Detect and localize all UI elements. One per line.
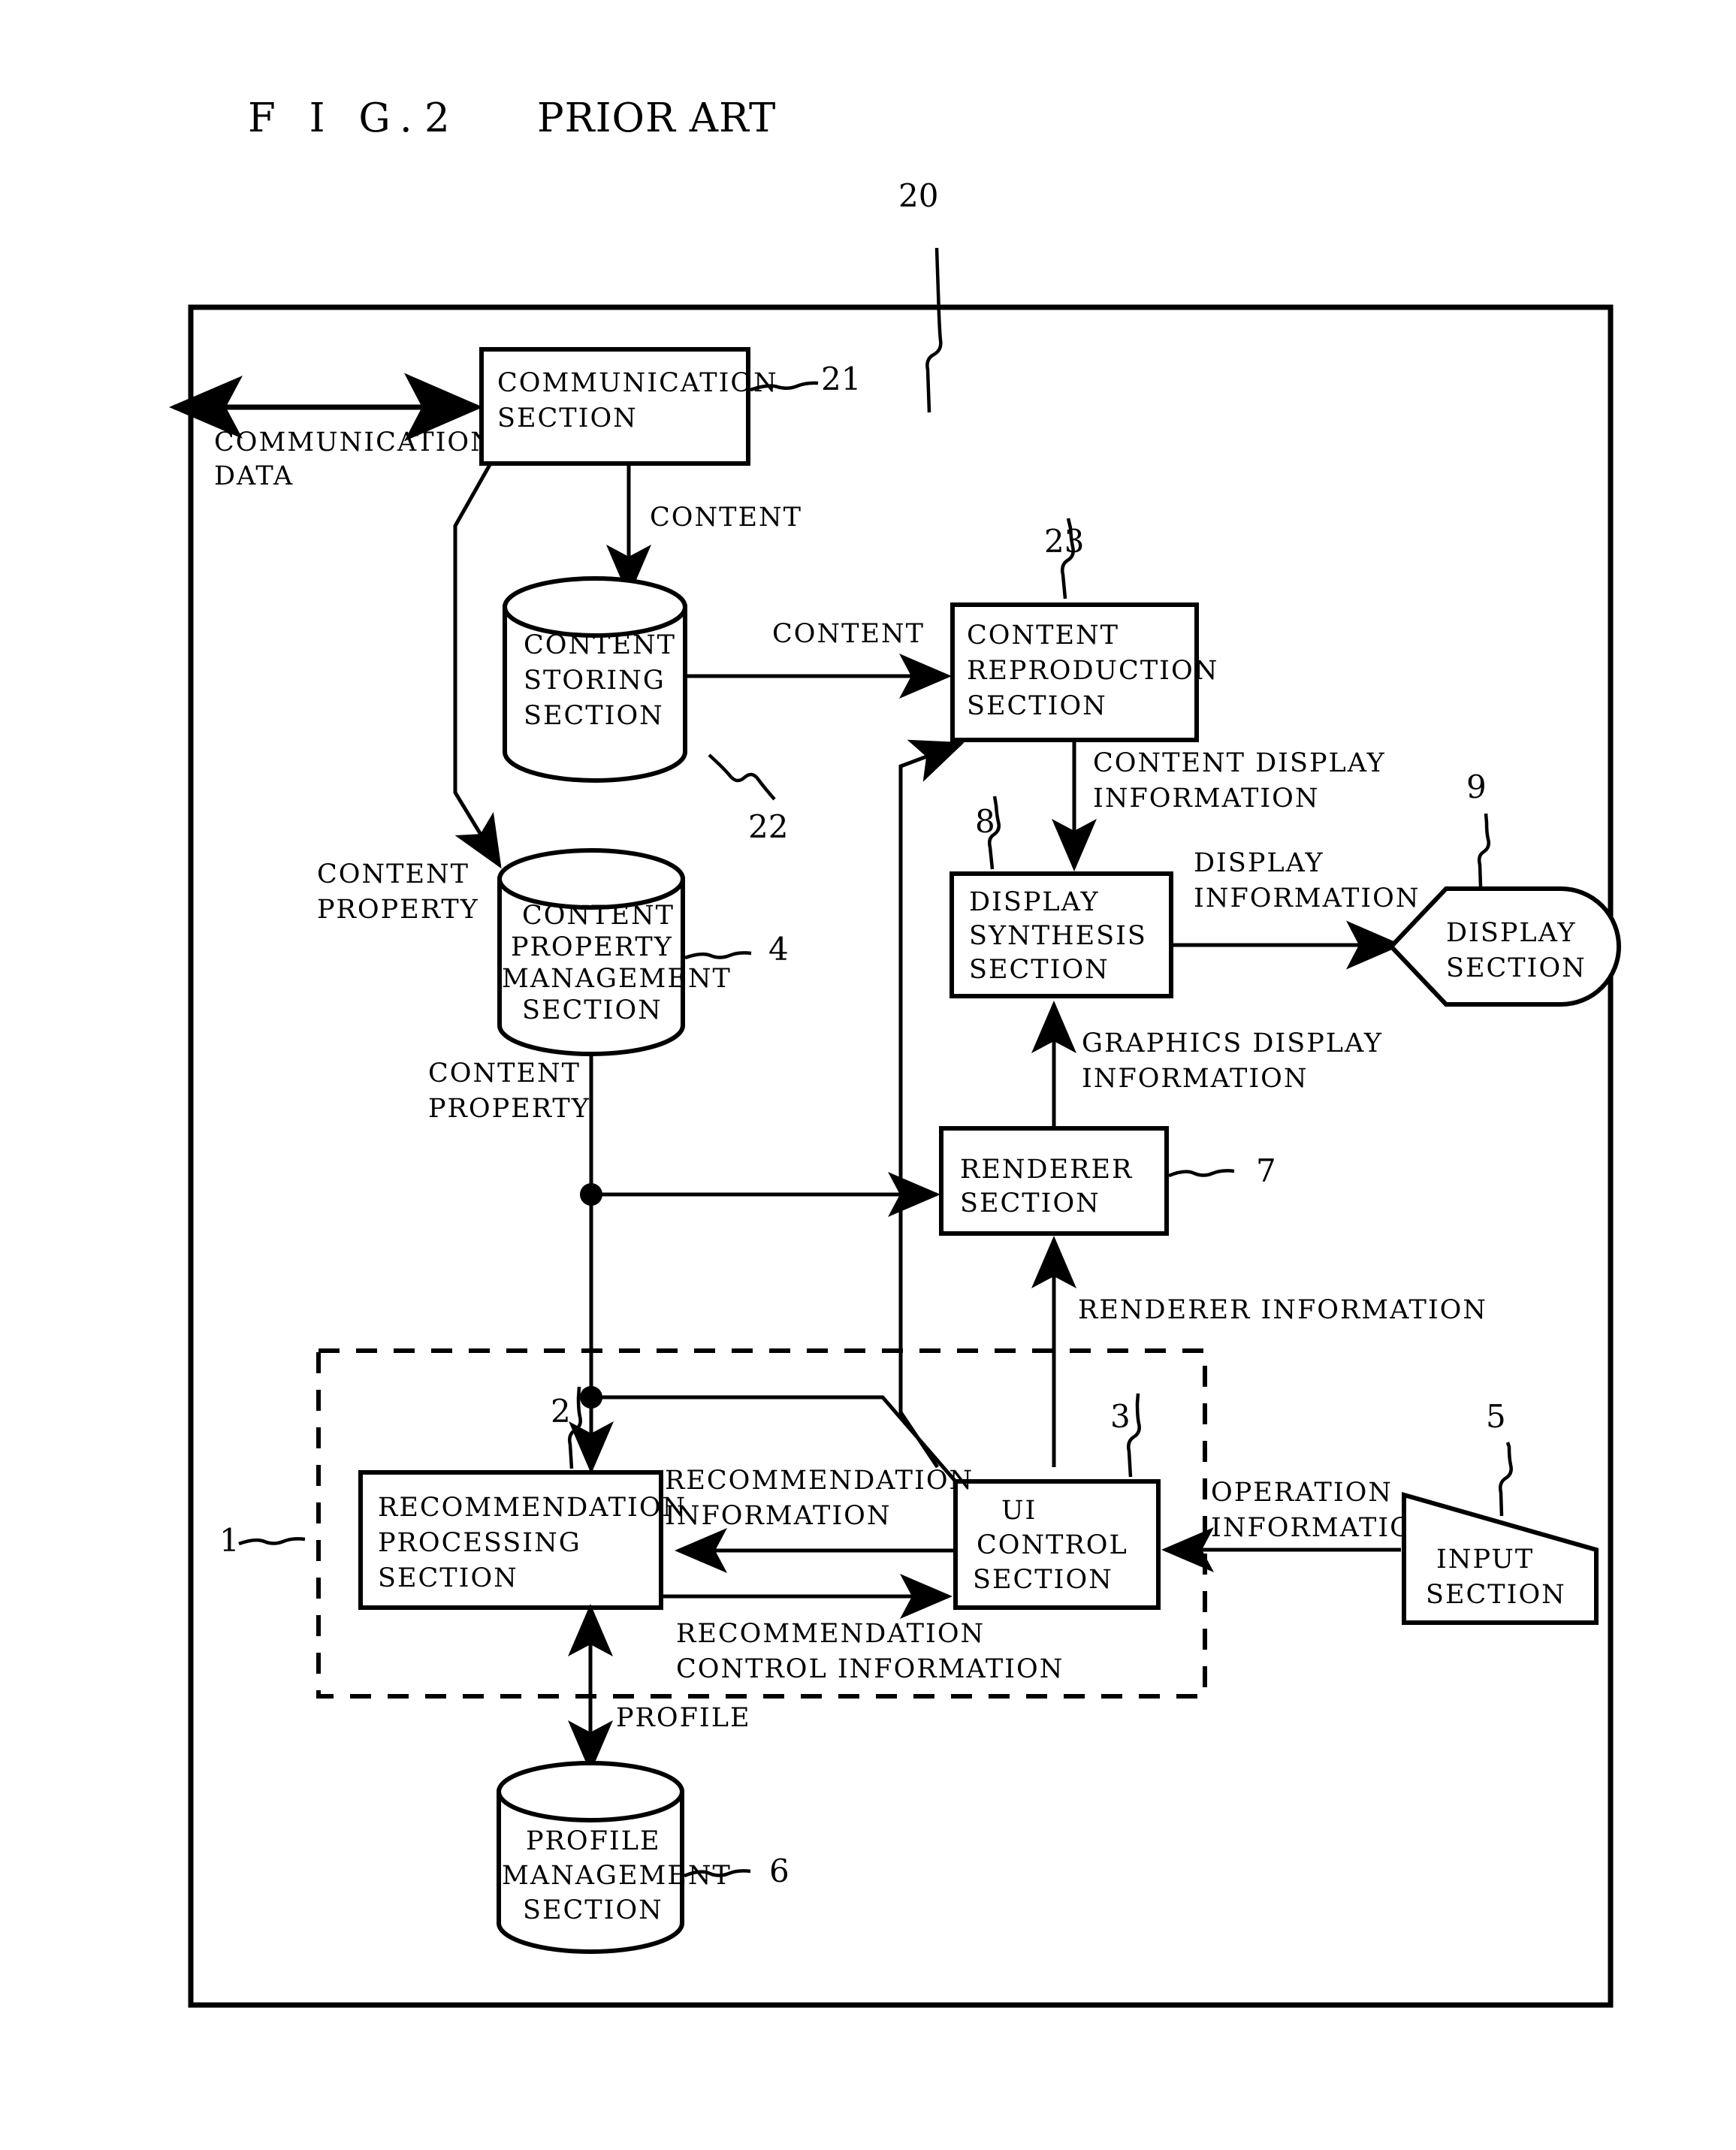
svg-text:DISPLAY: DISPLAY [1194,848,1324,878]
svg-text:SECTION: SECTION [378,1563,518,1593]
reference-numeral-23: 23 [1044,523,1084,560]
svg-text:INFORMATION: INFORMATION [1082,1064,1308,1094]
svg-text:SECTION: SECTION [523,1895,663,1925]
svg-text:RECOMMENDATION: RECOMMENDATION [378,1493,687,1523]
svg-text:PROFILE: PROFILE [616,1703,751,1733]
figure-title-prior-art: PRIOR ART [537,95,776,141]
reference-numeral-20: 20 [898,177,938,214]
reference-numeral-8: 8 [975,803,995,840]
reference-numeral-7: 7 [1256,1152,1276,1189]
reference-numeral-4: 4 [768,931,789,968]
svg-text:CONTROL INFORMATION: CONTROL INFORMATION [676,1654,1064,1684]
node-content-storing-section-label: CONTENT STORING SECTION [524,630,676,731]
reference-numeral-6: 6 [769,1853,790,1889]
svg-text:RENDERER INFORMATION: RENDERER INFORMATION [1078,1295,1487,1325]
svg-text:CONTENT: CONTENT [522,901,675,931]
figure-title-fig: F I G. [248,95,423,141]
svg-text:DATA: DATA [214,461,294,491]
svg-text:OPERATION: OPERATION [1211,1478,1393,1508]
svg-text:CONTENT: CONTENT [967,621,1119,651]
svg-text:CONTENT: CONTENT [524,630,676,660]
edge-label-content-2: CONTENT [772,619,925,649]
reference-numeral-21: 21 [821,361,861,397]
reference-numeral-2: 2 [551,1393,571,1430]
svg-text:SECTION: SECTION [969,955,1110,985]
svg-text:INFORMATION: INFORMATION [1093,784,1319,814]
svg-text:SYNTHESIS: SYNTHESIS [969,921,1147,951]
svg-text:INPUT: INPUT [1436,1545,1534,1575]
reference-numeral-5: 5 [1486,1398,1506,1435]
svg-text:SECTION: SECTION [522,995,663,1025]
edge-label-content-property-2a: CONTENT [428,1058,581,1089]
svg-text:CONTROL: CONTROL [977,1530,1128,1560]
svg-text:UI: UI [1001,1496,1037,1526]
svg-text:SECTION: SECTION [497,403,638,433]
svg-text:STORING: STORING [524,666,666,696]
reference-numeral-9: 9 [1466,769,1487,805]
figure-title-number: 2 [424,95,451,141]
svg-text:COMMUNICATION: COMMUNICATION [497,368,778,398]
svg-text:PROPERTY: PROPERTY [511,932,673,962]
svg-text:GRAPHICS DISPLAY: GRAPHICS DISPLAY [1082,1028,1383,1058]
reference-numeral-22: 22 [748,808,788,845]
svg-text:RECOMMENDATION: RECOMMENDATION [665,1466,974,1496]
svg-text:MANAGEMENT: MANAGEMENT [502,964,732,994]
reference-numeral-1: 1 [219,1522,240,1559]
svg-text:DISPLAY: DISPLAY [1446,918,1577,948]
svg-text:INFORMATION: INFORMATION [1194,883,1420,913]
svg-text:REPRODUCTION: REPRODUCTION [967,656,1218,686]
svg-text:RECOMMENDATION: RECOMMENDATION [676,1619,985,1649]
svg-text:SECTION: SECTION [960,1188,1100,1218]
edge-label-content: CONTENT [650,503,802,533]
svg-text:RENDERER: RENDERER [960,1155,1133,1185]
svg-text:SECTION: SECTION [967,691,1107,721]
reference-numeral-3: 3 [1110,1398,1131,1435]
figure-page: F I G. 2 PRIOR ART 20 COMMUNICATION DATA… [0,0,1736,2150]
svg-text:SECTION: SECTION [524,701,664,731]
svg-text:INFORMATION: INFORMATION [665,1501,891,1531]
prior-art-block-diagram: F I G. 2 PRIOR ART 20 COMMUNICATION DATA… [169,95,1622,2008]
svg-text:PROCESSING: PROCESSING [378,1528,581,1558]
figure-title: F I G. 2 PRIOR ART [248,95,776,141]
svg-text:DISPLAY: DISPLAY [969,887,1100,917]
svg-text:COMMUNICATION: COMMUNICATION [214,427,495,457]
edge-label-content-property-2b: PROPERTY [428,1094,590,1124]
svg-text:PROFILE: PROFILE [526,1826,661,1856]
svg-text:MANAGEMENT: MANAGEMENT [502,1861,732,1891]
svg-text:SECTION: SECTION [1446,953,1587,983]
svg-text:SECTION: SECTION [1426,1580,1566,1610]
edge-label-content-property-1b: PROPERTY [317,895,479,925]
edge-label-content-property-1a: CONTENT [317,859,469,889]
svg-text:CONTENT DISPLAY: CONTENT DISPLAY [1093,748,1386,778]
svg-text:SECTION: SECTION [973,1565,1113,1595]
